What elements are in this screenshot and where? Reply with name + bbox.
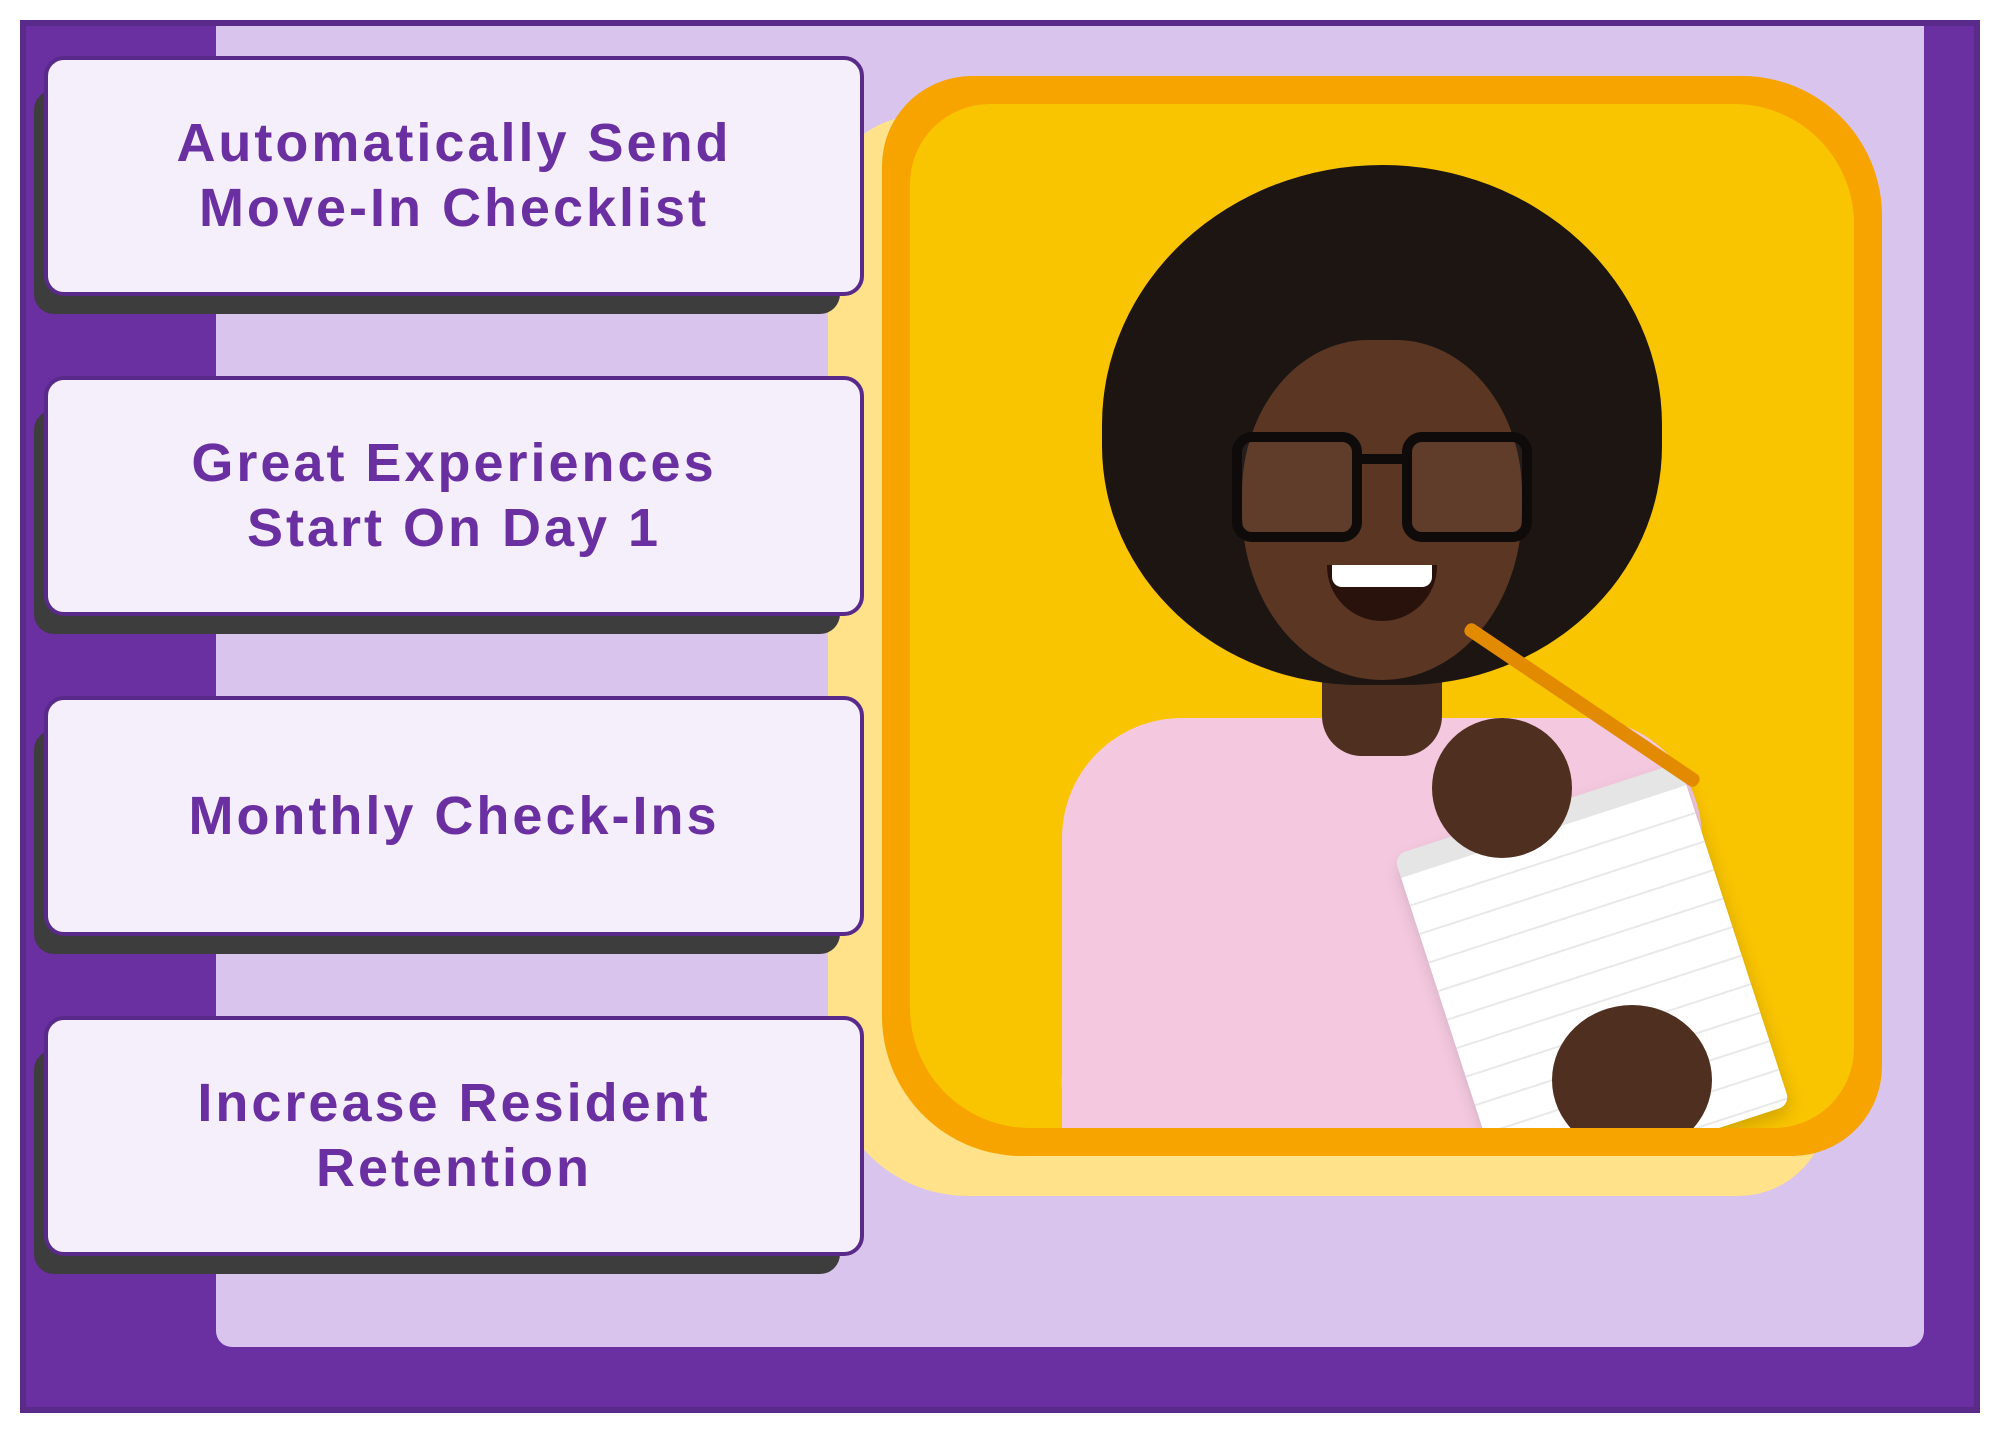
hero-image-area (864, 76, 1884, 1216)
feature-card: Automatically SendMove-In Checklist (44, 56, 864, 296)
feature-card: Monthly Check-Ins (44, 696, 864, 936)
hero-photo (910, 104, 1854, 1128)
feature-card-label: Automatically SendMove-In Checklist (176, 111, 731, 241)
feature-card: Great ExperiencesStart On Day 1 (44, 376, 864, 616)
feature-card-label: Great ExperiencesStart On Day 1 (191, 431, 716, 561)
feature-cards-column: Automatically SendMove-In Checklist Grea… (44, 56, 864, 1256)
feature-card-label: Monthly Check-Ins (188, 784, 719, 849)
person-illustration (910, 104, 1854, 1128)
hero-image-front-shape (882, 76, 1882, 1156)
feature-card: Increase ResidentRetention (44, 1016, 864, 1256)
feature-graphic-frame: Automatically SendMove-In Checklist Grea… (20, 20, 1980, 1413)
feature-card-label: Increase ResidentRetention (197, 1071, 710, 1201)
